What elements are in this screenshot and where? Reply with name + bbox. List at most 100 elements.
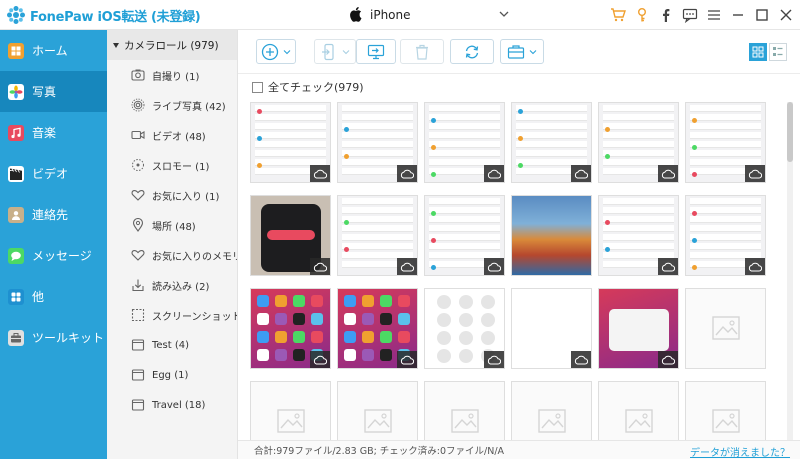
album-item-label: スロモー (1) [152, 161, 210, 173]
image-placeholder-icon [711, 406, 741, 439]
photo-tile[interactable] [250, 102, 331, 183]
album-item-favorite-memories[interactable]: お気に入りのメモリー (355) [107, 240, 237, 270]
album-item-travel[interactable]: Travel (18) [107, 390, 237, 420]
sidebar-item-photos[interactable]: 写真 [0, 71, 107, 112]
photo-tile[interactable] [598, 102, 679, 183]
data-lost-link[interactable]: データが消えました？ [690, 444, 790, 459]
album-item-slomo[interactable]: スロモー (1) [107, 150, 237, 180]
sidebar-item-other[interactable]: 他 [0, 276, 107, 317]
add-button[interactable] [256, 39, 296, 64]
photo-tile[interactable] [511, 102, 592, 183]
monitor-export-icon [367, 44, 385, 59]
status-summary: 合計:979ファイル/2.83 GB; チェック済み:0ファイル/N/A [254, 446, 505, 457]
sidebar-item-contacts[interactable]: 連絡先 [0, 194, 107, 235]
device-name: iPhone [370, 8, 411, 22]
photo-tile[interactable] [685, 102, 766, 183]
photos-icon [8, 83, 24, 100]
cloud-icon [397, 351, 417, 368]
photo-tile[interactable] [337, 195, 418, 276]
photo-tile[interactable] [337, 102, 418, 183]
album-item-label: Test (4) [152, 339, 190, 351]
album-item-label: 自撮り (1) [152, 71, 200, 83]
facebook-icon[interactable] [656, 4, 676, 26]
grid-view-toggle[interactable] [749, 43, 767, 61]
image-placeholder-icon [450, 406, 480, 439]
album-item-imports[interactable]: 読み込み (2) [107, 270, 237, 300]
sidebar-item-video[interactable]: ビデオ [0, 153, 107, 194]
album-item-label: お気に入り (1) [152, 191, 220, 203]
cloud-icon [397, 258, 417, 275]
check-all-checkbox[interactable] [252, 81, 263, 93]
album-item-selfies[interactable]: 自撮り (1) [107, 60, 237, 90]
export-to-pc-button[interactable] [356, 39, 396, 64]
sidebar-item-messages[interactable]: メッセージ [0, 235, 107, 276]
album-item-screenshots[interactable]: スクリーンショット (568) [107, 300, 237, 330]
album-item-label: お気に入りのメモリー (355) [152, 251, 237, 263]
app-logo-icon [7, 6, 25, 24]
album-header-camera-roll[interactable]: カメラロール (979) [107, 30, 237, 60]
cloud-icon [310, 165, 330, 182]
photo-tile[interactable] [424, 195, 505, 276]
photo-tile[interactable] [424, 288, 505, 369]
photo-tile[interactable] [424, 102, 505, 183]
sync-button[interactable] [450, 39, 494, 64]
album-item-places[interactable]: 場所 (48) [107, 210, 237, 240]
album-list: カメラロール (979) 自撮り (1) ライブ写真 (42) ビデオ (48)… [107, 30, 238, 459]
photo-tile[interactable] [598, 381, 679, 440]
sidebar-item-home[interactable]: ホーム [0, 30, 107, 71]
minimize-icon[interactable] [728, 4, 748, 26]
photo-tile[interactable] [250, 288, 331, 369]
device-selector[interactable]: iPhone [350, 4, 510, 26]
album-item-live-photos[interactable]: ライブ写真 (42) [107, 90, 237, 120]
photo-tile[interactable] [685, 288, 766, 369]
album-icon [131, 338, 145, 352]
cart-icon[interactable] [608, 4, 628, 26]
photo-tile[interactable] [511, 381, 592, 440]
photo-tile[interactable] [250, 195, 331, 276]
album-item-egg[interactable]: Egg (1) [107, 360, 237, 390]
export-to-device-button[interactable] [314, 39, 356, 64]
toolbox-button[interactable] [500, 39, 544, 64]
sidebar-item-toolkit[interactable]: ツールキット [0, 317, 107, 358]
photo-tile[interactable] [598, 288, 679, 369]
sidebar-item-label: ツールキット [32, 331, 105, 345]
menu-icon[interactable] [704, 4, 724, 26]
sidebar-item-label: ビデオ [32, 167, 69, 181]
photo-tile[interactable] [685, 381, 766, 440]
sidebar-item-music[interactable]: 音楽 [0, 112, 107, 153]
window-controls [608, 4, 796, 26]
maximize-icon[interactable] [752, 4, 772, 26]
toolkit-icon [8, 329, 24, 346]
album-item-favorites[interactable]: お気に入り (1) [107, 180, 237, 210]
feedback-icon[interactable] [680, 4, 700, 26]
photo-tile[interactable] [424, 381, 505, 440]
music-icon [8, 124, 24, 141]
toolbox-icon [507, 44, 525, 59]
photo-tile[interactable] [250, 381, 331, 440]
photo-tile[interactable] [511, 195, 592, 276]
photo-tile[interactable] [511, 288, 592, 369]
photo-tile[interactable] [337, 381, 418, 440]
live-photo-icon [131, 98, 145, 112]
chevron-down-icon [499, 11, 509, 17]
album-item-label: ライブ写真 (42) [152, 101, 226, 113]
close-icon[interactable] [776, 4, 796, 26]
album-icon [131, 398, 145, 412]
key-icon[interactable] [632, 4, 652, 26]
sidebar-item-label: 連絡先 [32, 208, 69, 222]
photo-tile[interactable] [598, 195, 679, 276]
screenshot-icon [131, 308, 145, 322]
sidebar-item-label: 写真 [32, 85, 57, 99]
album-item-videos[interactable]: ビデオ (48) [107, 120, 237, 150]
check-all[interactable]: 全てチェック(979) [252, 80, 364, 94]
cloud-icon [658, 258, 678, 275]
photo-tile[interactable] [337, 288, 418, 369]
contacts-icon [8, 206, 24, 223]
heart-icon [131, 188, 145, 202]
album-item-test[interactable]: Test (4) [107, 330, 237, 360]
list-view-toggle[interactable] [769, 43, 787, 61]
grid-scrollbar[interactable] [787, 102, 793, 440]
scrollbar-thumb[interactable] [787, 102, 793, 162]
delete-button[interactable] [400, 39, 444, 64]
photo-tile[interactable] [685, 195, 766, 276]
